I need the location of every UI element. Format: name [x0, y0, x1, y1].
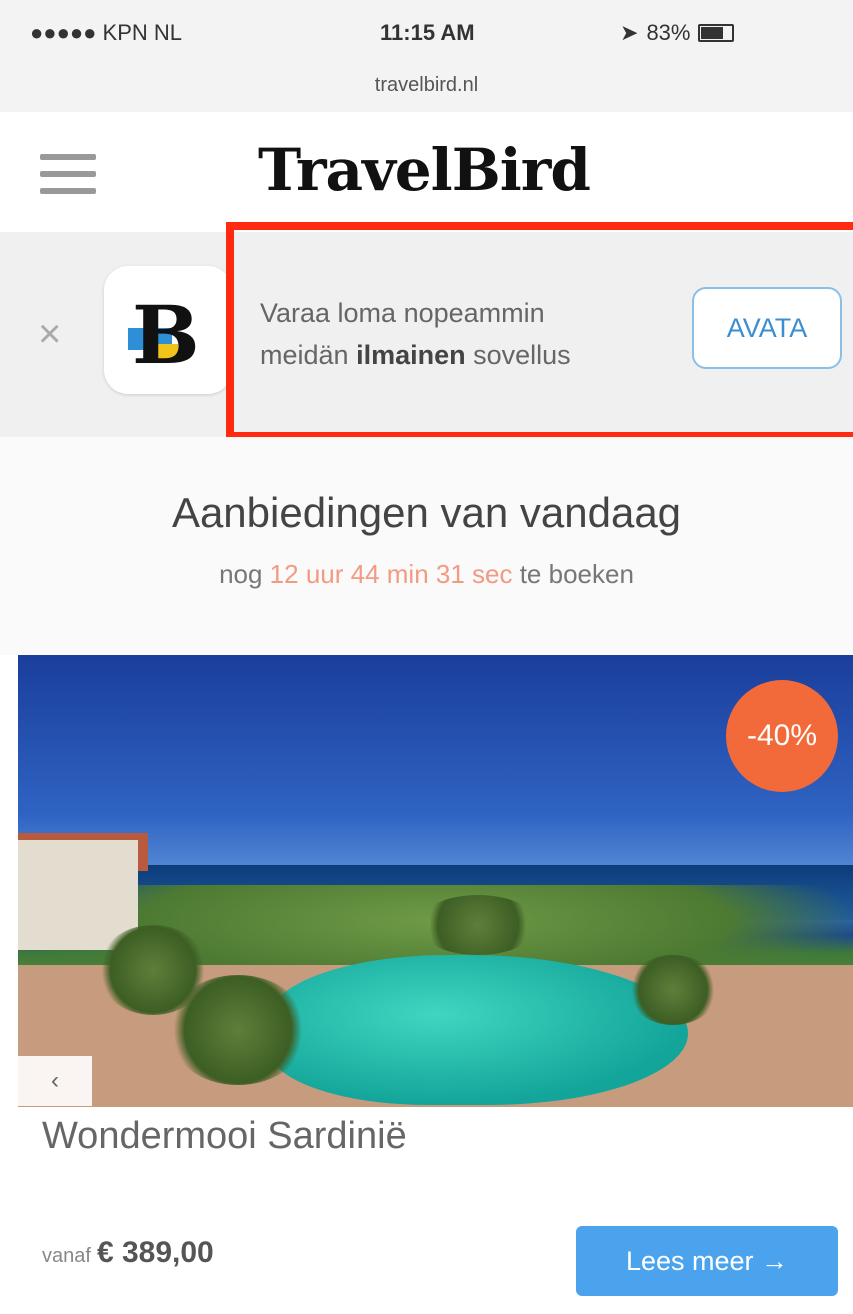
battery-percent: 83%: [646, 20, 691, 45]
url-label[interactable]: travelbird.nl: [0, 74, 853, 97]
discount-badge: -40%: [726, 680, 838, 792]
location-icon: ➤: [620, 20, 639, 45]
close-icon[interactable]: ×: [38, 314, 61, 354]
banner-line-1: Varaa loma nopeammin: [260, 298, 545, 328]
travelbird-logo[interactable]: TravelBird: [258, 136, 591, 204]
status-bar: ●●●●● KPN NL 11:15 AM ➤ 83% travelbird.n…: [0, 0, 853, 113]
open-app-button[interactable]: AVATA: [692, 287, 842, 369]
carrier-label: ●●●●● KPN NL: [30, 20, 183, 45]
logo-text-bird: Bird: [451, 136, 591, 204]
carousel-prev-icon[interactable]: ‹: [18, 1056, 92, 1106]
banner-line-2: meidän ilmainen sovellus: [260, 340, 571, 370]
battery-fill: [701, 27, 724, 39]
deal-title[interactable]: Wondermooi Sardinië: [42, 1115, 407, 1158]
site-header: TravelBird: [0, 112, 853, 232]
clock-label: 11:15 AM: [380, 20, 475, 45]
offers-countdown-line: nog 12 uur 44 min 31 sec te boeken: [219, 559, 634, 589]
offers-title: Aanbiedingen van vandaag: [171, 489, 682, 536]
battery-icon: [698, 24, 735, 42]
status-right: ➤ 83%: [620, 20, 735, 46]
banner-text: Varaa loma nopeammin meidän ilmainen sov…: [260, 292, 571, 376]
deal-price: vanaf € 389,00: [42, 1236, 214, 1270]
price-value: € 389,00: [96, 1236, 214, 1269]
banner-bold-word: ilmainen: [356, 340, 466, 370]
price-from-label: vanaf: [42, 1245, 91, 1267]
offers-section: Aanbiedingen van vandaag nog 12 uur 44 m…: [0, 437, 853, 655]
countdown-timer: 12 uur 44 min 31 sec: [269, 559, 513, 589]
app-install-banner: × B Varaa loma nopeammin meidän ilmainen…: [0, 232, 853, 437]
logo-text-travel: Travel: [258, 136, 453, 204]
app-icon: B: [104, 266, 232, 394]
hamburger-menu-icon[interactable]: [40, 154, 96, 194]
read-more-button[interactable]: Lees meer →: [576, 1226, 838, 1296]
